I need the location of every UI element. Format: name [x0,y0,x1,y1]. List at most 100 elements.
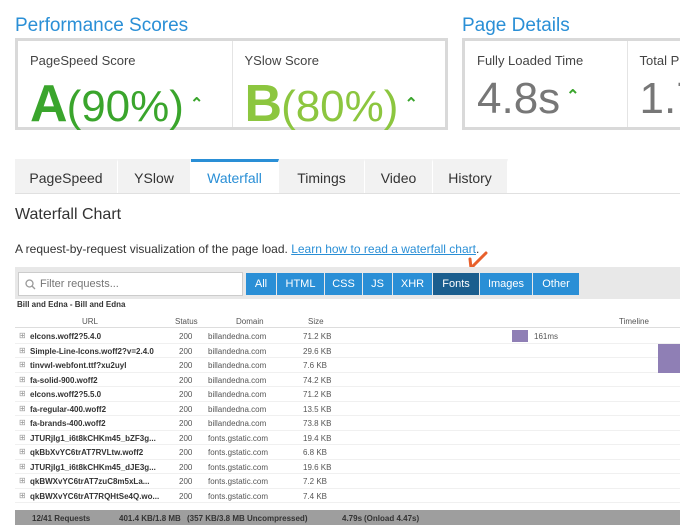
filter-xhr-button[interactable]: XHR [393,273,433,295]
summary-onload: (Onload 4.47s) [364,514,420,523]
request-size: 71.2 KB [303,332,332,341]
request-domain: fonts.gstatic.com [208,433,269,443]
filter-css-button[interactable]: CSS [325,273,363,295]
tab-waterfall[interactable]: Waterfall [191,159,279,194]
table-row[interactable]: ⊞ tinvwl-webfont.ttf?xu2uyl 200 billandedna… [15,358,680,373]
load-time-label: Fully Loaded Time [477,53,584,68]
table-row[interactable]: ⊞ JTURjIg1_i6t8kCHKm45_bZF3g... 200 fonts.g… [15,431,680,445]
waterfall-column-headers: URL Status Domain Size Timeline [15,316,680,328]
waterfall-summary: 12/41 Requests 401.4 KB/1.8 MB (357 KB/3… [15,510,680,525]
request-size: 7.6 KB [303,361,328,370]
filter-images-button[interactable]: Images [480,273,533,295]
table-row[interactable]: ⊞ qkBbXvYC6trAT7RVLtw.woff2 200 fonts.gstat… [15,445,680,460]
filter-requests-input[interactable] [40,278,230,290]
pagespeed-percent: (90%) [66,82,184,131]
expand-row-icon[interactable]: ⊞ [19,331,26,340]
yslow-score-card: YSlow Score B (80%) ⌃ [231,41,446,133]
request-size: 73.8 KB [303,419,332,428]
summary-time: 4.79s [342,514,363,523]
expand-row-icon[interactable]: ⊞ [19,491,26,500]
total-size-number: 1.7 [639,74,680,123]
table-row[interactable]: ⊞ JTURjIg1_i6t8kCHKm45_dJE3g... 200 fonts.g… [15,460,680,474]
request-url: fa-regular-400.woff2 [30,404,107,414]
request-url: Simple-Line-Icons.woff2?v=2.4.0 [30,346,154,356]
request-url: qkBWXvYC6trAT7zuC8m5xLa... [30,477,150,486]
column-timeline: Timeline [619,317,649,326]
page-name: Bill and Edna - Bill and Edna [17,300,126,309]
filter-all-button[interactable]: All [246,273,277,295]
expand-row-icon[interactable]: ⊞ [19,462,26,471]
request-size: 74.2 KB [303,375,332,385]
summary-uncompressed: (357 KB/3.8 MB Uncompressed) [187,514,308,523]
performance-scores-panel: PageSpeed Score A (90%) ⌃ YSlow Score B … [15,38,448,133]
waterfall-description: A request-by-request visualization of th… [15,242,479,256]
expand-row-icon[interactable]: ⊞ [19,375,26,384]
yslow-score-label: YSlow Score [244,53,319,68]
expand-row-icon[interactable]: ⊞ [19,404,26,413]
timeline-bar[interactable] [512,330,528,342]
request-size: 71.2 KB [303,390,332,399]
pagespeed-score-label: PageSpeed Score [30,53,136,68]
filter-other-button[interactable]: Other [533,273,580,295]
tab-timings[interactable]: Timings [279,159,365,194]
column-size[interactable]: Size [308,317,324,326]
column-status[interactable]: Status [175,317,198,326]
table-row[interactable]: ⊞ fa-regular-400.woff2 200 billandedna.com 1… [15,402,680,416]
expand-row-icon[interactable]: ⊞ [19,476,26,485]
column-url[interactable]: URL [82,317,98,326]
summary-requests: 12/41 Requests [32,514,91,523]
column-domain[interactable]: Domain [236,317,264,326]
total-size-card: Total P 1.7 [626,41,680,127]
request-url: qkBbXvYC6trAT7RVLtw.woff2 [30,448,144,457]
request-url: elcons.woff2?5.5.0 [30,390,102,399]
tab-video[interactable]: Video [365,159,433,194]
tab-pagespeed[interactable]: PageSpeed [15,159,118,194]
timeline-bar-label: 161ms [534,332,559,341]
caret-up-icon: ⌃ [404,96,418,113]
total-size-label: Total P [639,53,680,68]
expand-row-icon[interactable]: ⊞ [19,346,26,355]
table-row[interactable]: ⊞ elcons.woff2?5.5.0 200 billandedna.com 71.… [15,387,680,402]
filter-html-button[interactable]: HTML [277,273,325,295]
expand-row-icon[interactable]: ⊞ [19,433,26,442]
request-url: tinvwl-webfont.ttf?xu2uyl [30,361,127,370]
request-domain: fonts.gstatic.com [208,462,269,472]
request-size: 6.8 KB [303,448,328,457]
report-tabs: PageSpeed YSlow Waterfall Timings Video … [15,159,508,194]
request-status: 200 [179,404,193,414]
table-row[interactable]: ⊞ elcons.woff2?5.4.0 200 billandedna.com 71.… [15,329,680,344]
request-status: 200 [179,419,193,428]
pagespeed-score-card: PageSpeed Score A (90%) ⌃ [18,41,232,133]
timeline-bar[interactable] [658,343,680,359]
page-details-title: Page Details [462,15,570,36]
table-row[interactable]: ⊞ fa-brands-400.woff2 200 billandedna.com 73… [15,416,680,431]
tab-history[interactable]: History [433,159,508,194]
request-status: 200 [179,332,193,341]
expand-row-icon[interactable]: ⊞ [19,360,26,369]
request-status: 200 [179,462,193,472]
expand-row-icon[interactable]: ⊞ [19,389,26,398]
yslow-grade: B [244,75,283,133]
waterfall-toolbar: All HTML CSS JS XHR Fonts Images Other [15,267,680,299]
request-domain: billandedna.com [208,419,267,428]
yslow-score-value: B (80%) ⌃ [245,74,418,134]
performance-scores-title: Performance Scores [15,15,189,36]
request-domain: fonts.gstatic.com [208,477,269,486]
caret-up-icon: ⌃ [189,96,204,113]
filter-fonts-button[interactable]: Fonts [433,273,480,295]
waterfall-description-text: A request-by-request visualization of th… [15,242,288,256]
table-row[interactable]: ⊞ Simple-Line-Icons.woff2?v=2.4.0 200 billa… [15,343,680,359]
tab-yslow[interactable]: YSlow [118,159,191,194]
table-row[interactable]: ⊞ fa-solid-900.woff2 200 billandedna.com 74.… [15,373,680,387]
table-row[interactable]: ⊞ qkBWXvYC6trAT7RQHtSe4Q.wo... 200 fonts.gs… [15,489,680,503]
request-status: 200 [179,346,193,356]
waterfall-rows: ⊞ elcons.woff2?5.4.0 200 billandedna.com 71.… [15,329,680,503]
expand-row-icon[interactable]: ⊞ [19,418,26,427]
request-size: 7.4 KB [303,491,328,501]
expand-row-icon[interactable]: ⊞ [19,447,26,456]
timeline-bar[interactable] [658,358,680,373]
table-row[interactable]: ⊞ qkBWXvYC6trAT7zuC8m5xLa... 200 fonts.gsta… [15,474,680,489]
request-size: 29.6 KB [303,346,332,356]
filter-js-button[interactable]: JS [363,273,393,295]
learn-waterfall-link[interactable]: Learn how to read a waterfall chart [291,242,476,256]
